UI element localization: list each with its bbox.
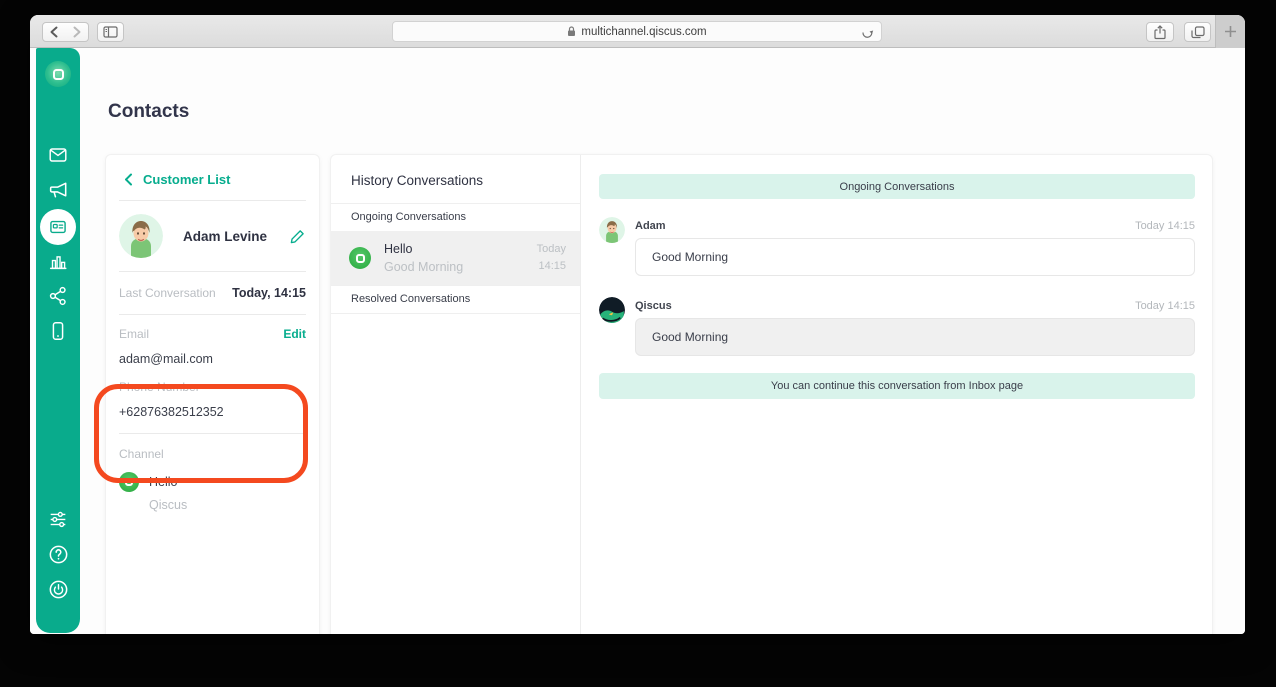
- sidebar-item-mobile[interactable]: [36, 320, 80, 342]
- chevron-left-icon: [50, 26, 58, 38]
- last-conversation-label: Last Conversation: [119, 286, 216, 300]
- sidebar-item-help[interactable]: [36, 543, 80, 566]
- reload-button[interactable]: [861, 26, 874, 42]
- message-sender: Qiscus: [635, 300, 672, 312]
- overlapping-squares-icon: [1190, 25, 1205, 38]
- sidebar-toggle-button[interactable]: [97, 22, 124, 42]
- sidebar-item-analytics[interactable]: [36, 250, 80, 272]
- last-conversation-row: Last Conversation Today, 14:15: [106, 272, 319, 314]
- conversation-title: Hello: [384, 242, 413, 256]
- integrations-share-icon: [49, 286, 66, 306]
- browser-toolbar: multichannel.qiscus.com: [30, 15, 1245, 48]
- customer-avatar: [119, 214, 163, 258]
- mobile-app-icon: [52, 322, 64, 340]
- message-bubble: Good Morning: [635, 318, 1195, 356]
- customer-name: Adam Levine: [183, 228, 268, 244]
- edit-email-link[interactable]: Edit: [283, 327, 306, 341]
- help-question-icon: [49, 545, 67, 564]
- chat-message-qiscus: Qiscus Today 14:15 Good Morning: [599, 297, 1195, 356]
- qiscus-channel-icon: [119, 472, 139, 492]
- contact-fields: Email Edit adam@mail.com Phone Number +6…: [106, 315, 319, 433]
- phone-label: Phone Number: [119, 380, 200, 394]
- adam-avatar: [599, 217, 625, 243]
- channel-section: Channel Hello Qiscus: [106, 434, 319, 525]
- padlock-icon: [568, 26, 576, 36]
- conversation-list-item[interactable]: Hello Good Morning Today 14:15: [331, 231, 580, 285]
- conversation-time: 14:15: [538, 260, 566, 272]
- back-button[interactable]: [42, 22, 66, 42]
- message-time: Today 14:15: [1135, 300, 1195, 312]
- contacts-card-icon: [40, 209, 76, 245]
- settings-sliders-icon: [50, 511, 66, 528]
- ongoing-conversations-banner: Ongoing Conversations: [599, 174, 1195, 199]
- page-title: Contacts: [108, 101, 190, 122]
- conversation-date: Today: [536, 243, 566, 255]
- message-bubble: Good Morning: [635, 238, 1195, 276]
- history-conversations-panel: History Conversations Ongoing Conversati…: [331, 155, 581, 634]
- message-time: Today 14:15: [1135, 220, 1195, 232]
- sidebar-item-broadcast[interactable]: [36, 179, 80, 202]
- chat-message-adam: Adam Today 14:15 Good Morning: [599, 217, 1195, 276]
- sidebar-item-inbox[interactable]: [36, 144, 80, 166]
- customer-detail-panel: Customer List Adam Levine Last Conversat…: [105, 154, 320, 634]
- qiscus-logo-icon: [45, 61, 71, 87]
- app-page: Contacts Customer List Adam Levine Last …: [30, 48, 1245, 634]
- share-button[interactable]: [1146, 22, 1174, 42]
- sidebar-item-home[interactable]: [36, 61, 80, 87]
- channel-label: Channel: [119, 447, 164, 461]
- chat-preview-panel: Ongoing Conversations Adam Today 14:15 G…: [581, 155, 1212, 634]
- customer-list-label: Customer List: [143, 172, 231, 187]
- broadcast-megaphone-icon: [49, 182, 66, 198]
- sidebar-panel-icon: [103, 26, 118, 38]
- sidebar-item-integrations[interactable]: [36, 285, 80, 307]
- forward-button[interactable]: [65, 22, 89, 42]
- customer-profile: Adam Levine: [106, 201, 319, 271]
- reload-icon: [862, 30, 874, 38]
- sidebar-item-settings[interactable]: [36, 508, 80, 530]
- qiscus-agent-avatar: [599, 297, 625, 323]
- browser-window: multichannel.qiscus.com Contacts Custome…: [30, 15, 1245, 634]
- back-to-customer-list[interactable]: Customer List: [106, 155, 319, 200]
- share-up-arrow-icon: [1154, 24, 1166, 39]
- message-sender: Adam: [635, 220, 666, 232]
- sidebar-item-logout[interactable]: [36, 578, 80, 601]
- conversations-panel: History Conversations Ongoing Conversati…: [330, 154, 1213, 634]
- chevron-right-icon: [73, 26, 80, 38]
- continue-from-inbox-banner: You can continue this conversation from …: [599, 373, 1195, 399]
- plus-icon: [1225, 26, 1236, 37]
- new-tab-button[interactable]: [1215, 15, 1245, 48]
- email-label: Email: [119, 327, 150, 341]
- channel-name: Hello: [149, 475, 178, 489]
- address-bar[interactable]: multichannel.qiscus.com: [392, 21, 882, 42]
- app-sidebar: [36, 48, 80, 633]
- last-conversation-value: Today, 14:15: [232, 286, 306, 300]
- logout-power-icon: [49, 580, 67, 599]
- email-value: adam@mail.com: [119, 352, 213, 366]
- analytics-chart-icon: [49, 256, 67, 270]
- section-ongoing-conversations[interactable]: Ongoing Conversations: [331, 203, 580, 231]
- edit-pencil-icon[interactable]: [289, 228, 306, 245]
- phone-value: +62876382512352: [119, 405, 224, 419]
- section-resolved-conversations[interactable]: Resolved Conversations: [331, 285, 580, 314]
- sidebar-item-contacts[interactable]: [36, 209, 80, 245]
- url-text: multichannel.qiscus.com: [581, 25, 707, 38]
- history-title: History Conversations: [351, 173, 484, 188]
- inbox-mail-icon: [49, 148, 67, 162]
- channel-provider: Qiscus: [149, 498, 188, 512]
- conversation-preview: Good Morning: [384, 260, 464, 274]
- qiscus-channel-icon: [349, 247, 371, 269]
- show-tabs-button[interactable]: [1184, 22, 1211, 42]
- chevron-left-icon: [125, 173, 132, 186]
